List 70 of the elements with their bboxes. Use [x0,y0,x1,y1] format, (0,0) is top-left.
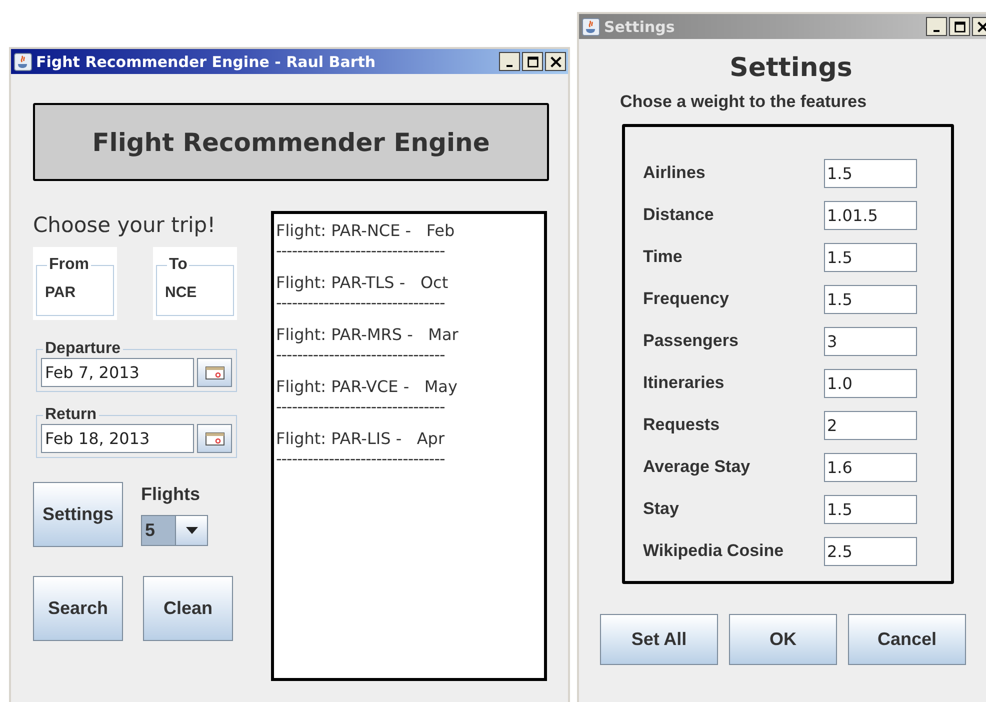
flight-result[interactable]: Flight: PAR-MRS - Mar [276,322,458,348]
dialog-instruction: Chose a weight to the features [620,92,867,112]
flights-label: Flights [141,484,201,505]
airport-code: NCE [165,284,198,301]
dashed-separator: -------------------------------- [276,296,445,314]
dashed-separator: -------------------------------- [276,244,445,262]
close-icon [976,20,986,34]
feature-label: Average Stay [643,457,752,477]
flight-result[interactable]: Flight: PAR-NCE - Feb [276,218,455,244]
weight-field[interactable]: 1.0 [824,368,917,398]
group-label: Return [44,406,98,424]
feature-label: Distance [643,205,715,225]
minimize-button[interactable] [926,17,947,36]
weight-field[interactable]: 3 [824,326,917,356]
calendar-button[interactable] [197,424,232,453]
weight-field[interactable]: 1.01.5 [824,200,917,230]
window-title: Fight Recommender Engine - Raul Barth [36,52,377,70]
close-icon [548,54,562,68]
weight-field[interactable]: 1.5 [824,494,917,524]
trip-heading: Choose your trip! [33,212,217,239]
window-title: Settings [604,18,676,36]
airport-code: PAR [45,284,77,301]
feature-label: Airlines [643,163,706,183]
minimize-icon [506,65,513,67]
feature-label: Wikipedia Cosine [643,541,785,561]
calendar-icon [204,432,224,446]
weight-field[interactable]: 2 [824,410,917,440]
flights-dropdown[interactable]: 5 [141,515,208,546]
date-field[interactable]: Feb 18, 2013 [41,424,194,453]
minimize-button[interactable] [499,52,520,71]
weight-field[interactable]: 2.5 [824,536,917,566]
dashed-separator: -------------------------------- [276,400,445,418]
maximize-button[interactable] [522,52,543,71]
cancel-button[interactable]: Cancel [848,614,966,665]
set-all-button[interactable]: Set All [600,614,718,665]
feature-label: Stay [643,499,680,519]
weight-field[interactable]: 1.5 [824,284,917,314]
maximize-button[interactable] [949,17,970,36]
calendar-icon [204,366,224,380]
app-header: Flight Recommender Engine [33,103,549,181]
search-button[interactable]: Search [33,576,123,641]
ok-button[interactable]: OK [729,614,837,665]
maximize-icon [526,54,540,68]
group-label: From [48,256,90,274]
clean-button[interactable]: Clean [143,576,233,641]
flight-result[interactable]: Flight: PAR-VCE - May [276,374,458,400]
group-label: Departure [44,340,122,358]
flight-result[interactable]: Flight: PAR-TLS - Oct [276,270,448,296]
cup-icon [14,52,32,70]
feature-label: Frequency [643,289,730,309]
dialog-heading: Settings [730,53,852,83]
close-button[interactable] [545,52,566,71]
maximize-icon [952,20,966,34]
dashed-separator: -------------------------------- [276,348,445,366]
weight-field[interactable]: 1.6 [824,452,917,482]
group-label: To [168,256,188,274]
calendar-button[interactable] [197,358,232,387]
dashed-separator: -------------------------------- [276,452,445,470]
feature-label: Itineraries [643,373,726,393]
caret-icon [186,526,198,534]
weight-field[interactable]: 1.5 [824,242,917,272]
flight-result[interactable]: Flight: PAR-LIS - Apr [276,426,445,452]
feature-label: Time [643,247,684,267]
minimize-icon [933,30,940,32]
date-field[interactable]: Feb 7, 2013 [41,358,194,387]
feature-label: Passengers [643,331,740,351]
weight-field[interactable]: 1.5 [824,158,917,188]
cup-icon [582,18,600,36]
feature-label: Requests [643,415,721,435]
settings-button[interactable]: Settings [33,482,123,547]
